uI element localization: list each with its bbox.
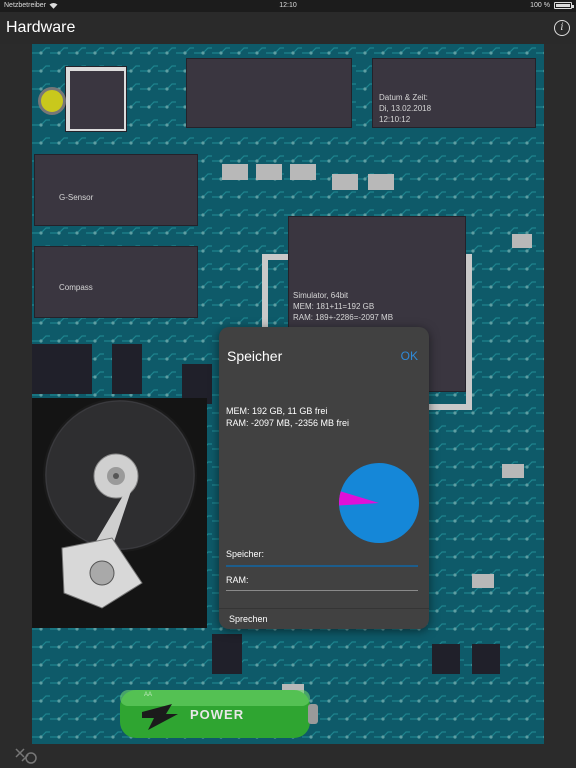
tools-icon[interactable] — [14, 747, 38, 765]
ok-button[interactable]: OK — [401, 349, 418, 363]
battery-power-label: POWER — [190, 707, 245, 722]
battery-percent: 100 % — [530, 2, 550, 9]
cpu-line-1: Simulator, 64bit — [293, 291, 349, 300]
datetime-time: 12:10:12 — [379, 115, 411, 124]
datetime-chip: Datum & Zeit: Di, 13.02.2018 12:10:12 — [372, 58, 536, 128]
bottom-toolbar — [0, 744, 576, 768]
hdd-illustration — [32, 398, 207, 628]
info-icon[interactable]: i — [554, 20, 570, 36]
status-bar: Netzbetreiber 12:10 100 % — [0, 0, 576, 12]
page-title: Hardware — [6, 19, 76, 36]
gsensor-chip: G-Sensor — [34, 154, 198, 226]
status-time: 12:10 — [279, 2, 297, 9]
speak-button[interactable]: Sprechen — [229, 614, 268, 624]
datetime-date: Di, 13.02.2018 — [379, 104, 432, 113]
ram-field[interactable] — [226, 590, 418, 591]
chip-top-center — [186, 58, 352, 128]
dialog-title: Speicher — [227, 348, 283, 364]
cpu-line-2: MEM: 181+11=192 GB — [293, 302, 375, 311]
memory-dialog: Speicher OK MEM: 192 GB, 11 GB frei RAM:… — [219, 327, 429, 629]
gsensor-label: G-Sensor — [59, 193, 94, 202]
ram-label: RAM: — [226, 575, 249, 585]
compass-chip: Compass — [34, 246, 198, 318]
compass-label: Compass — [59, 283, 93, 292]
storage-field[interactable] — [226, 565, 418, 567]
dialog-divider — [219, 608, 429, 609]
ram-line: RAM: -2097 MB, -2356 MB frei — [226, 418, 350, 428]
mem-line: MEM: 192 GB, 11 GB frei — [226, 406, 328, 416]
storage-label: Speicher: — [226, 549, 265, 559]
memory-info: MEM: 192 GB, 11 GB frei RAM: -2097 MB, -… — [226, 405, 349, 429]
datetime-label: Datum & Zeit: — [379, 93, 428, 102]
hard-drive — [32, 398, 207, 628]
memory-pie-chart — [339, 463, 419, 543]
cpu-line-3: RAM: 189+-2286=-2097 MB — [293, 313, 394, 322]
chip-top-left — [38, 66, 127, 132]
navigation-bar: Hardware i — [0, 12, 576, 44]
battery-icon — [554, 2, 574, 9]
battery-aa-label: AA — [144, 692, 153, 698]
